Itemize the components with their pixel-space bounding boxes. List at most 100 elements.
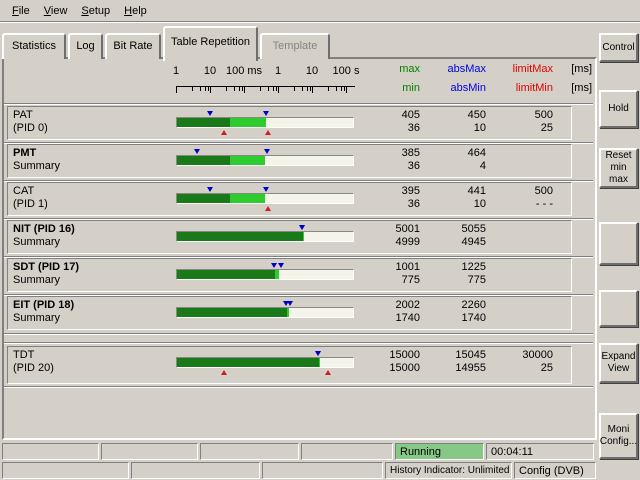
expand-view-button[interactable]: Expand View: [599, 343, 638, 383]
value-limitmax: 500: [483, 185, 553, 197]
row-title: SDT (PID 17): [13, 261, 79, 273]
table-row: CAT (PID 1) 395 36 441 10 500 - - -: [7, 182, 572, 216]
row-subtitle: Summary: [13, 274, 60, 286]
limit-min-marker: [221, 370, 227, 375]
elapsed-time: 00:04:11: [486, 443, 594, 460]
scale-major-tick: [312, 86, 313, 93]
scale-minor-tick: [200, 86, 201, 91]
abs-min-marker: [271, 263, 277, 268]
menu-file[interactable]: File: [5, 3, 37, 19]
control-button[interactable]: Control: [599, 33, 638, 62]
value-absmin: 775: [416, 274, 486, 286]
value-min: 15000: [350, 362, 420, 374]
value-min: 36: [350, 198, 420, 210]
menu-setup[interactable]: Setup: [74, 3, 117, 19]
scale-minor-tick: [336, 86, 337, 91]
abs-max-marker: [278, 263, 284, 268]
value-limitmin: 25: [483, 122, 553, 134]
value-absmin: 4: [416, 160, 486, 172]
status-cell-empty: [301, 443, 393, 460]
scale-tick-label: 10: [204, 65, 216, 77]
abs-min-marker: [207, 187, 213, 192]
scale-minor-tick: [226, 86, 227, 91]
row-subtitle: (PID 0): [13, 122, 48, 134]
table-row: NIT (PID 16) Summary 5001 4999 5055 4945: [7, 220, 572, 254]
value-absmin: 10: [416, 122, 486, 134]
abs-max-marker: [287, 301, 293, 306]
scale-minor-tick: [341, 86, 342, 91]
scale-minor-tick: [294, 86, 295, 91]
bar-min-fill: [177, 358, 319, 367]
value-max: 2002: [350, 299, 420, 311]
scale-minor-tick: [273, 86, 274, 91]
value-absmax: 450: [416, 109, 486, 121]
bar-max-fill: [230, 118, 266, 127]
menu-help[interactable]: Help: [117, 3, 154, 19]
value-absmin: 1740: [416, 312, 486, 324]
tab-bit-rate[interactable]: Bit Rate: [105, 33, 161, 59]
bar-max-fill: [275, 270, 279, 279]
scale-tick-label: 100 ms: [226, 65, 262, 77]
scale-minor-tick: [239, 86, 240, 91]
blank-button-2[interactable]: [599, 290, 638, 327]
abs-max-marker: [263, 187, 269, 192]
table-row: SDT (PID 17) Summary 1001 775 1225 775: [7, 258, 572, 292]
status-cell-empty: [131, 462, 260, 479]
repetition-bar: [176, 269, 354, 280]
value-absmax: 2260: [416, 299, 486, 311]
row-subtitle: (PID 1): [13, 198, 48, 210]
abs-max-marker: [315, 351, 321, 356]
bar-min-fill: [177, 118, 230, 127]
moni-config-button[interactable]: Moni Config...: [599, 413, 638, 459]
scale-major-tick: [176, 86, 177, 93]
table-row: EIT (PID 18) Summary 2002 1740 2260 1740: [7, 296, 572, 330]
value-absmin: 14955: [416, 362, 486, 374]
scale-major-tick: [346, 86, 347, 93]
row-subtitle: Summary: [13, 312, 60, 324]
repetition-bar: [176, 307, 354, 318]
value-absmax: 15045: [416, 349, 486, 361]
row-separator: [4, 103, 593, 105]
col-header-max: max: [399, 63, 420, 75]
scale-tick-label: 1: [173, 65, 179, 77]
hold-button[interactable]: Hold: [599, 90, 638, 128]
status-cell-empty: [2, 462, 129, 479]
row-subtitle: (PID 20): [13, 362, 54, 374]
tab-statistics[interactable]: Statistics: [2, 33, 66, 59]
col-header-unit-max: [ms]: [571, 63, 592, 75]
row-title: NIT (PID 16): [13, 223, 75, 235]
bar-min-fill: [177, 232, 303, 241]
repetition-bar: [176, 193, 354, 204]
menu-view[interactable]: View: [37, 3, 75, 19]
bar-min-fill: [177, 308, 287, 317]
status-cell-empty: [262, 462, 383, 479]
col-header-absmax: absMax: [447, 63, 486, 75]
status-cell-empty: [101, 443, 198, 460]
value-max: 15000: [350, 349, 420, 361]
bar-min-fill: [177, 194, 230, 203]
bar-max-fill: [319, 358, 320, 367]
bar-min-fill: [177, 270, 275, 279]
bar-max-fill: [303, 232, 304, 241]
reset-min-max-button[interactable]: Reset min max: [599, 148, 638, 188]
tab-table-repetition[interactable]: Table Repetition: [163, 26, 258, 61]
value-absmax: 1225: [416, 261, 486, 273]
scale-major-tick: [244, 86, 245, 93]
col-header-absmin: absMin: [451, 82, 486, 94]
row-title: PMT: [13, 147, 36, 159]
blank-button-1[interactable]: [599, 222, 638, 265]
tab-log[interactable]: Log: [68, 33, 103, 59]
limit-max-marker: [325, 370, 331, 375]
status-cell-empty: [2, 443, 99, 460]
bar-max-fill: [230, 194, 265, 203]
abs-min-marker: [194, 149, 200, 154]
run-state-indicator: Running: [395, 443, 484, 460]
scale-minor-tick: [328, 86, 329, 91]
value-max: 395: [350, 185, 420, 197]
value-limitmax: 30000: [483, 349, 553, 361]
row-title: PAT: [13, 109, 33, 121]
table-row: TDT (PID 20) 15000 15000 15045 14955 300…: [7, 346, 572, 384]
config-indicator: Config (DVB): [514, 462, 596, 479]
limit-max-marker: [265, 206, 271, 211]
analyzer-window: File View Setup Help Statistics Log Bit …: [0, 0, 640, 480]
